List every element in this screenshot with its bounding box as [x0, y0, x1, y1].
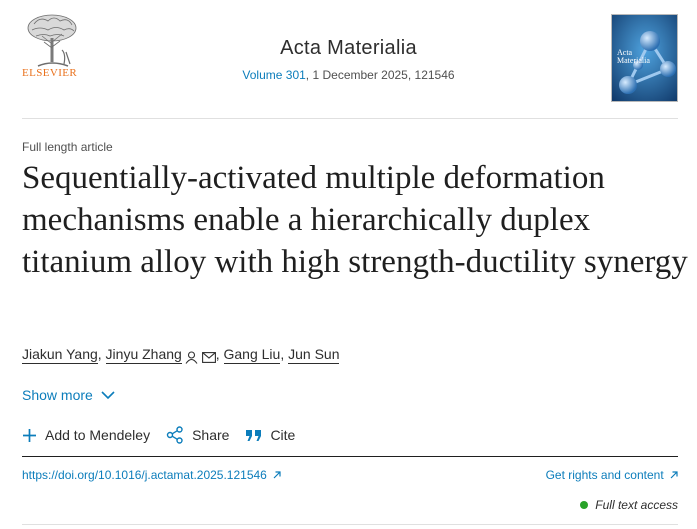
bottom-divider	[22, 524, 678, 525]
share-icon	[166, 426, 183, 444]
author-separator: ,	[215, 346, 224, 362]
share-label: Share	[192, 427, 230, 443]
article-actions: Add to Mendeley Share Cite	[22, 426, 311, 444]
person-icon	[185, 351, 198, 364]
doi-link[interactable]: https://doi.org/10.1016/j.actamat.2025.1…	[22, 468, 281, 482]
article-type: Full length article	[22, 140, 113, 154]
get-rights-link[interactable]: Get rights and content	[546, 468, 678, 482]
show-more-button[interactable]: Show more	[22, 387, 115, 403]
cite-label: Cite	[270, 427, 296, 443]
article-header: ELSEVIER Acta Materialia Volume 301, 1 D…	[0, 0, 697, 120]
quote-icon	[246, 429, 262, 441]
corresponding-author-icons[interactable]	[185, 348, 216, 364]
issue-date: , 1 December 2025, 121546	[305, 68, 455, 82]
plus-icon	[23, 428, 36, 442]
cite-button[interactable]: Cite	[245, 427, 295, 443]
author-separator: ,	[280, 346, 289, 362]
access-status: Full text access	[580, 498, 678, 512]
cover-journal-title: Acta Materialia	[617, 48, 650, 65]
external-arrow-icon	[273, 471, 281, 479]
mendeley-label: Add to Mendeley	[45, 427, 151, 443]
author-link[interactable]: Jinyu Zhang	[105, 346, 182, 364]
external-arrow-icon	[670, 471, 678, 479]
doi-text: https://doi.org/10.1016/j.actamat.2025.1…	[22, 468, 267, 482]
issue-info: Volume 301, 1 December 2025, 121546	[0, 68, 697, 82]
chevron-down-icon	[101, 390, 115, 399]
journal-cover-image[interactable]: Acta Materialia	[611, 14, 678, 102]
journal-title[interactable]: Acta Materialia	[0, 37, 697, 60]
rights-text: Get rights and content	[545, 468, 664, 482]
share-button[interactable]: Share	[166, 426, 229, 444]
access-label: Full text access	[595, 498, 678, 512]
envelope-icon	[201, 351, 216, 363]
show-more-label: Show more	[22, 387, 93, 403]
author-link[interactable]: Jun Sun	[288, 346, 340, 364]
doi-divider	[22, 456, 678, 457]
author-link[interactable]: Jiakun Yang	[22, 346, 98, 364]
volume-link[interactable]: Volume 301	[242, 68, 305, 82]
author-separator: ,	[97, 346, 106, 362]
author-link[interactable]: Gang Liu	[223, 346, 281, 364]
article-title: Sequentially-activated multiple deformat…	[22, 160, 688, 280]
add-to-mendeley-button[interactable]: Add to Mendeley	[22, 427, 150, 443]
header-divider	[22, 118, 678, 119]
author-list: Jiakun Yang, Jinyu Zhang , Gang Liu, Jun…	[22, 346, 340, 364]
access-dot-icon	[580, 501, 589, 509]
